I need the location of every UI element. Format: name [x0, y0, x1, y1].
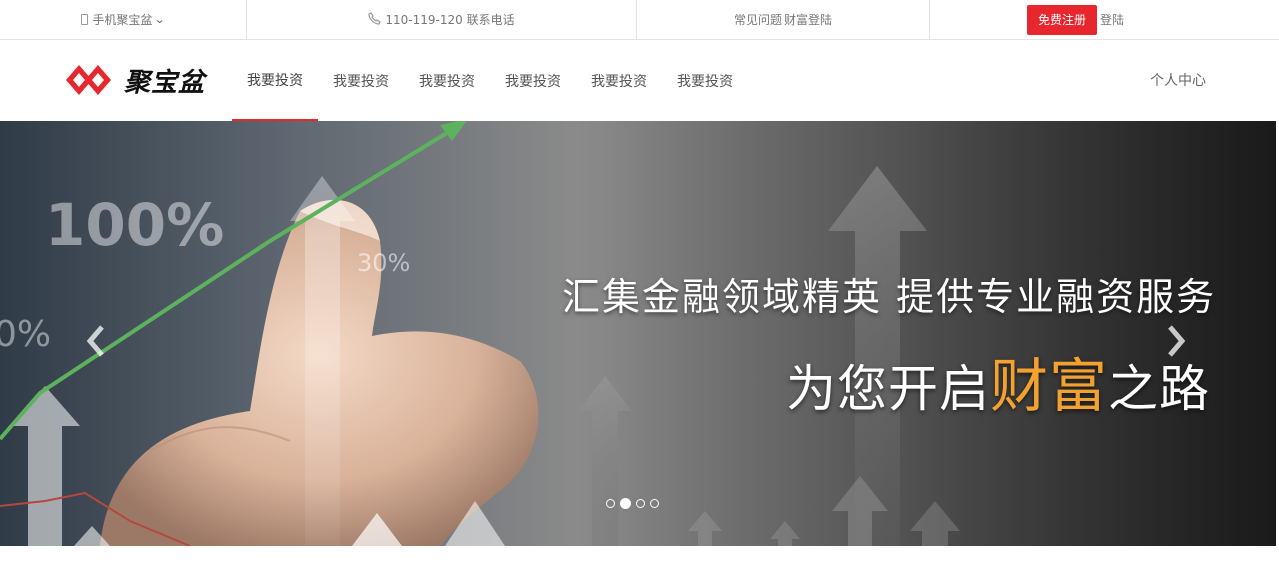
chevron-left-icon	[86, 325, 104, 357]
user-center-link[interactable]: 个人中心	[1150, 70, 1206, 90]
label-0-percent: 0%	[0, 314, 51, 355]
nav-menu: 我要投资 我要投资 我要投资 我要投资 我要投资 我要投资	[232, 40, 748, 121]
register-button[interactable]: 免费注册	[1027, 4, 1097, 35]
login-link[interactable]: 登陆	[1100, 11, 1124, 28]
carousel-dot-1[interactable]	[606, 499, 615, 508]
headline2-suffix: 之路	[1108, 360, 1211, 418]
nav-item-invest-4[interactable]: 我要投资	[490, 40, 576, 121]
carousel-indicators	[606, 498, 659, 509]
main-nav: 聚宝盆 我要投资 我要投资 我要投资 我要投资 我要投资 我要投资 个人中心	[0, 40, 1279, 121]
carousel-next-button[interactable]	[1162, 319, 1192, 363]
label-100-percent: 100%	[45, 191, 224, 259]
chevron-right-icon	[1168, 325, 1186, 357]
telephone-icon	[368, 11, 382, 28]
hero-banner: 100% 30% 0% 汇集金融领域精英 提供专业融资服务 为您开启财富之路	[0, 121, 1276, 546]
help-links: 常见问题 财富登陆	[637, 0, 930, 39]
banner-headline-line2: 为您开启财富之路	[786, 339, 1210, 423]
banner-headline-line1: 汇集金融领域精英 提供专业融资服务	[562, 275, 1217, 319]
nav-item-invest-2[interactable]: 我要投资	[318, 40, 404, 121]
account-actions: 免费注册 登陆	[930, 0, 1279, 39]
mobile-phone-icon	[81, 14, 89, 25]
nav-item-invest-3[interactable]: 我要投资	[404, 40, 490, 121]
headline2-highlight: 财富	[990, 352, 1109, 420]
carousel-prev-button[interactable]	[80, 319, 110, 363]
logo-diamond-icon	[66, 65, 111, 95]
site-logo[interactable]: 聚宝盆	[66, 60, 205, 100]
headline2-prefix: 为您开启	[786, 360, 990, 418]
chevron-down-icon: ⌄	[154, 13, 166, 26]
logo-text: 聚宝盆	[124, 67, 206, 98]
mobile-app-menu[interactable]: 手机聚宝盆 ⌄	[0, 0, 247, 39]
wealth-login-link[interactable]: 财富登陆	[784, 11, 832, 28]
nav-item-invest-1[interactable]: 我要投资	[232, 40, 318, 121]
label-30-percent: 30%	[357, 249, 410, 277]
nav-item-invest-5[interactable]: 我要投资	[576, 40, 662, 121]
carousel-dot-3[interactable]	[636, 499, 645, 508]
top-bar: 手机聚宝盆 ⌄ 110-119-120 联系电话 常见问题 财富登陆 免费注册 …	[0, 0, 1279, 40]
banner-background-image: 100% 30% 0%	[0, 121, 1276, 546]
faq-link[interactable]: 常见问题	[734, 11, 782, 28]
mobile-app-label: 手机聚宝盆	[92, 13, 153, 27]
hotline-label: 110-119-120 联系电话	[385, 13, 515, 27]
carousel-dot-2[interactable]	[620, 498, 631, 509]
nav-item-invest-6[interactable]: 我要投资	[662, 40, 748, 121]
hotline: 110-119-120 联系电话	[247, 0, 637, 39]
carousel-dot-4[interactable]	[650, 499, 659, 508]
